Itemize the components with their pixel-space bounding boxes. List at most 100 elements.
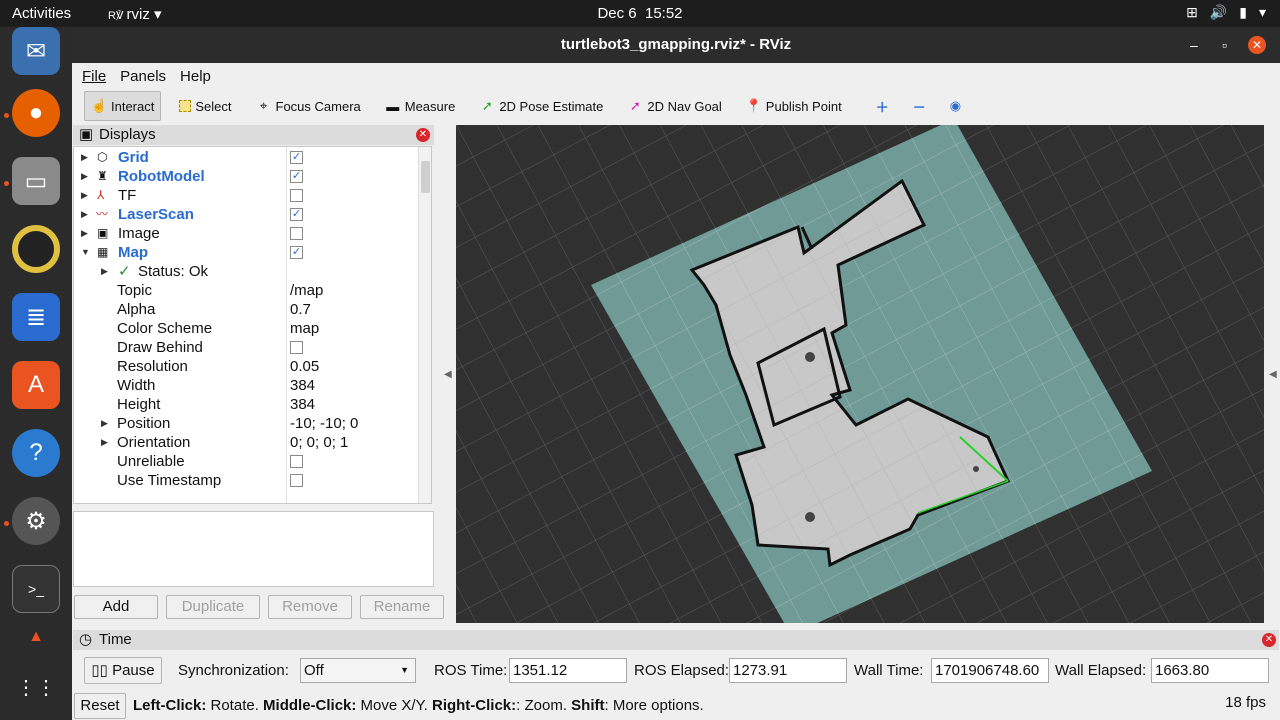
collapse-arrow-icon[interactable]: ▼	[81, 243, 90, 262]
expand-arrow-icon[interactable]: ▶	[81, 148, 88, 167]
enabled-checkbox[interactable]: ✓	[290, 208, 303, 221]
menu-file[interactable]: File	[82, 68, 106, 85]
publish-point-tool[interactable]: 📍 Publish Point	[740, 91, 848, 121]
prop-value[interactable]: 0; 0; 0; 1	[290, 433, 348, 452]
prop-width[interactable]: Width 384	[74, 376, 419, 395]
app-menu[interactable]: R℣ rviz ▾	[108, 5, 162, 23]
map-status-row[interactable]: ▶ ✓ Status: Ok	[74, 262, 419, 281]
left-collapse-icon[interactable]: ◀	[444, 369, 452, 380]
close-time-icon[interactable]: ✕	[1262, 633, 1276, 647]
rhythmbox-icon[interactable]	[12, 225, 60, 273]
add-tool-button[interactable]: ＋	[870, 91, 895, 121]
sync-select[interactable]: Off ▼	[300, 658, 416, 683]
volume-icon[interactable]: 🔊	[1210, 4, 1227, 21]
prop-resolution[interactable]: Resolution 0.05	[74, 357, 419, 376]
enabled-checkbox[interactable]	[290, 227, 303, 240]
prop-draw-behind[interactable]: Draw Behind	[74, 338, 419, 357]
focus-camera-tool[interactable]: ⌖ Focus Camera	[250, 91, 367, 121]
nav-goal-tool[interactable]: ➚ 2D Nav Goal	[621, 91, 727, 121]
prop-position[interactable]: ▶ Position -10; -10; 0	[74, 414, 419, 433]
rviz-dock-icon[interactable]: ▲	[12, 627, 60, 647]
software-icon[interactable]: A	[12, 361, 60, 409]
prop-value[interactable]: 384	[290, 395, 315, 414]
wall-elapsed-field[interactable]: 1663.80	[1151, 658, 1269, 683]
expand-arrow-icon[interactable]: ▶	[81, 224, 88, 243]
display-row-map[interactable]: ▼ ▦ Map ✓	[74, 243, 419, 262]
prop-color-scheme[interactable]: Color Scheme map	[74, 319, 419, 338]
prop-unreliable[interactable]: Unreliable	[74, 452, 419, 471]
pose-estimate-tool[interactable]: ➚ 2D Pose Estimate	[473, 91, 609, 121]
expand-arrow-icon[interactable]: ▶	[81, 205, 88, 224]
display-row-laserscan[interactable]: ▶ 〰 LaserScan ✓	[74, 205, 419, 224]
prop-value[interactable]: map	[290, 319, 319, 338]
add-button[interactable]: Add	[74, 595, 158, 619]
prop-orientation[interactable]: ▶ Orientation 0; 0; 0; 1	[74, 433, 419, 452]
enabled-checkbox[interactable]	[290, 189, 303, 202]
files-icon[interactable]: ▭	[12, 157, 60, 205]
expand-arrow-icon[interactable]: ▶	[81, 186, 88, 205]
system-tray[interactable]: ⊞ 🔊 ▮ ▾	[1186, 4, 1266, 21]
tree-scrollbar[interactable]	[418, 147, 431, 503]
chevron-down-icon[interactable]: ▾	[1259, 4, 1266, 21]
writer-icon[interactable]: ≣	[12, 293, 60, 341]
menu-help[interactable]: Help	[180, 68, 211, 85]
enabled-checkbox[interactable]: ✓	[290, 170, 303, 183]
right-collapse-icon[interactable]: ◀	[1269, 369, 1277, 380]
activities-button[interactable]: Activities	[12, 5, 71, 22]
display-row-tf[interactable]: ▶ ⅄ TF	[74, 186, 419, 205]
close-icon[interactable]: ✕	[1248, 36, 1266, 54]
select-tool[interactable]: Select	[173, 91, 237, 121]
wall-time-field[interactable]: 1701906748.60	[931, 658, 1049, 683]
enabled-checkbox[interactable]: ✓	[290, 246, 303, 259]
display-row-image[interactable]: ▶ ▣ Image	[74, 224, 419, 243]
enabled-checkbox[interactable]: ✓	[290, 151, 303, 164]
render-view[interactable]	[456, 125, 1264, 623]
rename-button[interactable]: Rename	[360, 595, 444, 619]
show-apps-icon[interactable]: ⋮⋮	[12, 663, 60, 711]
reset-button[interactable]: Reset	[74, 693, 126, 719]
display-row-grid[interactable]: ▶ ⬡ Grid ✓	[74, 148, 419, 167]
remove-button[interactable]: Remove	[268, 595, 352, 619]
prop-value[interactable]: /map	[290, 281, 323, 300]
help-icon[interactable]: ?	[12, 429, 60, 477]
battery-icon[interactable]: ▮	[1239, 4, 1247, 21]
date[interactable]: Dec 6	[597, 5, 636, 22]
prop-value[interactable]: 0.05	[290, 357, 319, 376]
prop-height[interactable]: Height 384	[74, 395, 419, 414]
expand-arrow-icon[interactable]: ▶	[101, 262, 108, 281]
time[interactable]: 15:52	[645, 5, 683, 22]
interact-tool[interactable]: ☝ Interact	[84, 91, 162, 121]
prop-value[interactable]: 0.7	[290, 300, 311, 319]
expand-arrow-icon[interactable]: ▶	[101, 414, 108, 433]
maximize-icon[interactable]: ▫	[1222, 27, 1227, 63]
prop-use-timestamp[interactable]: Use Timestamp	[74, 471, 419, 490]
prop-alpha[interactable]: Alpha 0.7	[74, 300, 419, 319]
view-tool-button[interactable]: ◉	[944, 91, 967, 121]
prop-value[interactable]: 384	[290, 376, 315, 395]
settings-icon[interactable]: ⚙	[12, 497, 60, 545]
ros-elapsed-field[interactable]: 1273.91	[729, 658, 847, 683]
prop-topic[interactable]: Topic/map	[74, 281, 419, 300]
minimize-icon[interactable]: –	[1190, 27, 1198, 63]
use-timestamp-checkbox[interactable]	[290, 474, 303, 487]
terminal-icon[interactable]: >_	[12, 565, 60, 613]
thunderbird-icon[interactable]: ✉	[12, 27, 60, 75]
expand-arrow-icon[interactable]: ▶	[81, 167, 88, 186]
pause-button[interactable]: ▯▯ Pause	[84, 657, 162, 684]
display-row-robotmodel[interactable]: ▶ ♜ RobotModel ✓	[74, 167, 419, 186]
scroll-thumb[interactable]	[421, 161, 430, 193]
menu-panels[interactable]: Panels	[120, 68, 166, 85]
remove-tool-button[interactable]: －	[907, 91, 932, 121]
prop-value[interactable]: -10; -10; 0	[290, 414, 358, 433]
draw-behind-checkbox[interactable]	[290, 341, 303, 354]
unreliable-checkbox[interactable]	[290, 455, 303, 468]
menu-bar: File Panels Help	[72, 63, 1280, 89]
measure-tool[interactable]: ▬ Measure	[379, 91, 462, 121]
duplicate-button[interactable]: Duplicate	[166, 595, 260, 619]
window-titlebar[interactable]: turtlebot3_gmapping.rviz* - RViz – ▫ ✕	[72, 27, 1280, 63]
close-displays-icon[interactable]: ✕	[416, 128, 430, 142]
expand-arrow-icon[interactable]: ▶	[101, 433, 108, 452]
ros-time-field[interactable]: 1351.12	[509, 658, 627, 683]
firefox-icon[interactable]: ●	[12, 89, 60, 137]
network-icon[interactable]: ⊞	[1186, 4, 1198, 21]
